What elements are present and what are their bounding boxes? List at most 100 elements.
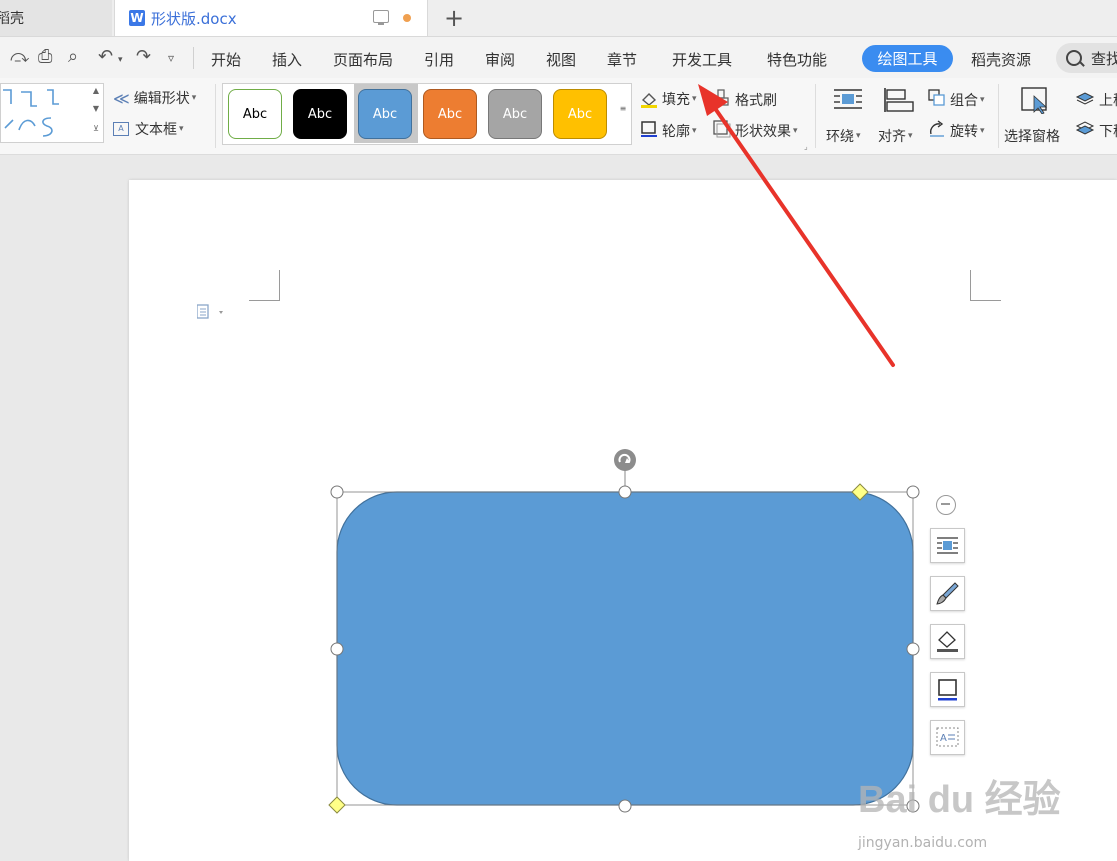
ribbon-separator: [215, 84, 216, 148]
menu-docer-resources[interactable]: 稻壳资源: [971, 49, 1031, 70]
watermark-brand: Bai du 经验: [858, 779, 1061, 821]
style-chip-1[interactable]: Abc: [228, 89, 282, 139]
selection-pane-button[interactable]: 选择窗格: [1004, 84, 1068, 148]
menu-separator: [193, 47, 194, 69]
customize-dropdown-icon[interactable]: ▿: [168, 51, 174, 65]
dialog-launcher-icon[interactable]: ⌟: [804, 142, 808, 151]
gallery-up-icon[interactable]: ▲: [91, 86, 101, 100]
shape-effects-button[interactable]: 形状效果 ▾: [713, 120, 798, 142]
bring-forward-button[interactable]: 上移: [1075, 89, 1117, 111]
fill-button[interactable]: 填充 ▾: [640, 89, 697, 109]
fill-label: 填充: [662, 92, 690, 108]
style-chip-2[interactable]: Abc: [293, 89, 347, 139]
resize-handle-top-left[interactable]: [330, 485, 344, 499]
undo-dropdown-icon[interactable]: ▾: [118, 55, 123, 65]
menu-home[interactable]: 开始: [211, 49, 241, 70]
undo-icon[interactable]: ↶: [98, 46, 113, 67]
adjust-handle-bottom-left[interactable]: [328, 796, 346, 814]
style-chip-3[interactable]: Abc: [358, 89, 412, 139]
shape-gallery[interactable]: ▲ ▼ ⊻: [0, 83, 104, 143]
style-chip-4[interactable]: Abc: [423, 89, 477, 139]
menu-bar: ⤼ ⎙ ⌕ ↶ ▾ ↷ ▿ 开始 插入 页面布局 引用 审阅 视图 章节 开发工…: [0, 37, 1117, 78]
menu-review[interactable]: 审阅: [485, 49, 515, 70]
bring-forward-label: 上移: [1099, 93, 1117, 109]
resize-handle-right[interactable]: [906, 642, 920, 656]
align-icon: [884, 88, 914, 112]
group-icon: [928, 89, 946, 111]
float-outline-button[interactable]: [930, 672, 965, 707]
menu-developer[interactable]: 开发工具: [672, 49, 732, 70]
tab-bar: 稻壳 W 形状版.docx +: [0, 0, 1117, 37]
send-backward-icon: [1075, 120, 1095, 142]
style-chip-label: Abc: [502, 106, 528, 122]
gallery-more-icon[interactable]: ⊻: [91, 124, 101, 138]
unsaved-dot-icon: [403, 14, 411, 22]
fill-bucket-icon: [937, 631, 958, 652]
rotate-icon: [928, 120, 946, 142]
resize-handle-left[interactable]: [330, 642, 344, 656]
redo-icon[interactable]: ↷: [136, 46, 151, 67]
redo-arrow-icon[interactable]: ⤼: [10, 46, 29, 67]
wrap-label: 环绕: [826, 129, 854, 145]
wrap-button[interactable]: 环绕 ▾: [826, 84, 870, 148]
tab-active-document[interactable]: W 形状版.docx: [114, 0, 428, 36]
new-tab-button[interactable]: +: [444, 4, 464, 32]
gallery-down-icon[interactable]: ▼: [91, 104, 101, 118]
print-icon[interactable]: ⎙: [38, 46, 52, 67]
edit-shape-button[interactable]: ≪ 编辑形状 ▾: [113, 88, 196, 108]
chevron-down-icon: ▾: [191, 93, 197, 103]
float-fill-button[interactable]: [930, 624, 965, 659]
outline-icon: [640, 120, 658, 142]
tab-docer[interactable]: 稻壳: [0, 0, 112, 36]
text-box-icon: A: [936, 727, 959, 747]
resize-handle-top-right[interactable]: [906, 485, 920, 499]
outline-button[interactable]: 轮廓 ▾: [640, 120, 697, 142]
menu-insert[interactable]: 插入: [272, 49, 302, 70]
float-wrap-button[interactable]: [930, 528, 965, 563]
group-label: 组合: [950, 93, 978, 109]
text-box-button[interactable]: A 文本框 ▾: [113, 119, 184, 139]
text-box-icon: A: [113, 122, 129, 136]
align-button[interactable]: 对齐 ▾: [876, 84, 920, 148]
float-text-box-button[interactable]: A: [930, 720, 965, 755]
margin-corner-top-left: [249, 270, 280, 301]
resize-handle-bottom[interactable]: [618, 799, 632, 813]
style-chip-label: Abc: [372, 106, 398, 122]
search-box[interactable]: 查找: [1056, 43, 1117, 73]
text-box-label: 文本框: [135, 122, 177, 138]
margin-corner-top-right: [970, 270, 1001, 301]
chevron-down-icon: ▾: [179, 124, 184, 134]
fill-bucket-icon: [640, 90, 658, 108]
rotate-label: 旋转: [950, 124, 978, 140]
menu-references[interactable]: 引用: [424, 49, 454, 70]
tab-docer-label: 稻壳: [0, 11, 24, 27]
menu-page-layout[interactable]: 页面布局: [333, 49, 393, 70]
float-style-button[interactable]: [930, 576, 965, 611]
svg-text:A: A: [940, 733, 947, 744]
style-chip-5[interactable]: Abc: [488, 89, 542, 139]
monitor-icon[interactable]: [373, 10, 389, 25]
send-backward-button[interactable]: 下移: [1075, 120, 1117, 142]
watermark-url: jingyan.baidu.com: [858, 835, 988, 851]
bring-forward-icon: [1075, 89, 1095, 111]
menu-view[interactable]: 视图: [546, 49, 576, 70]
paragraph-layout-icon[interactable]: [196, 304, 223, 319]
rotate-button[interactable]: 旋转 ▾: [928, 120, 985, 142]
menu-chapter[interactable]: 章节: [607, 49, 637, 70]
collapse-float-toolbar-icon[interactable]: [936, 495, 956, 515]
edit-shape-icon: ≪: [113, 88, 130, 108]
format-painter-label: 格式刷: [735, 93, 777, 109]
resize-handle-top[interactable]: [618, 485, 632, 499]
print-preview-icon[interactable]: ⌕: [68, 46, 78, 67]
group-button[interactable]: 组合 ▾: [928, 89, 985, 111]
shape-style-gallery[interactable]: Abc Abc Abc Abc Abc Abc ≡: [222, 83, 632, 145]
style-chip-6[interactable]: Abc: [553, 89, 607, 139]
format-painter-button[interactable]: 格式刷: [713, 89, 777, 111]
style-chip-label: Abc: [307, 106, 333, 122]
selection-pane-icon: [1021, 87, 1048, 114]
style-gallery-more-icon[interactable]: ≡: [618, 104, 628, 118]
menu-special-features[interactable]: 特色功能: [767, 49, 827, 70]
menu-drawing-tools[interactable]: 绘图工具: [862, 45, 953, 72]
rotate-handle[interactable]: [614, 449, 636, 471]
format-painter-icon: [713, 89, 731, 111]
